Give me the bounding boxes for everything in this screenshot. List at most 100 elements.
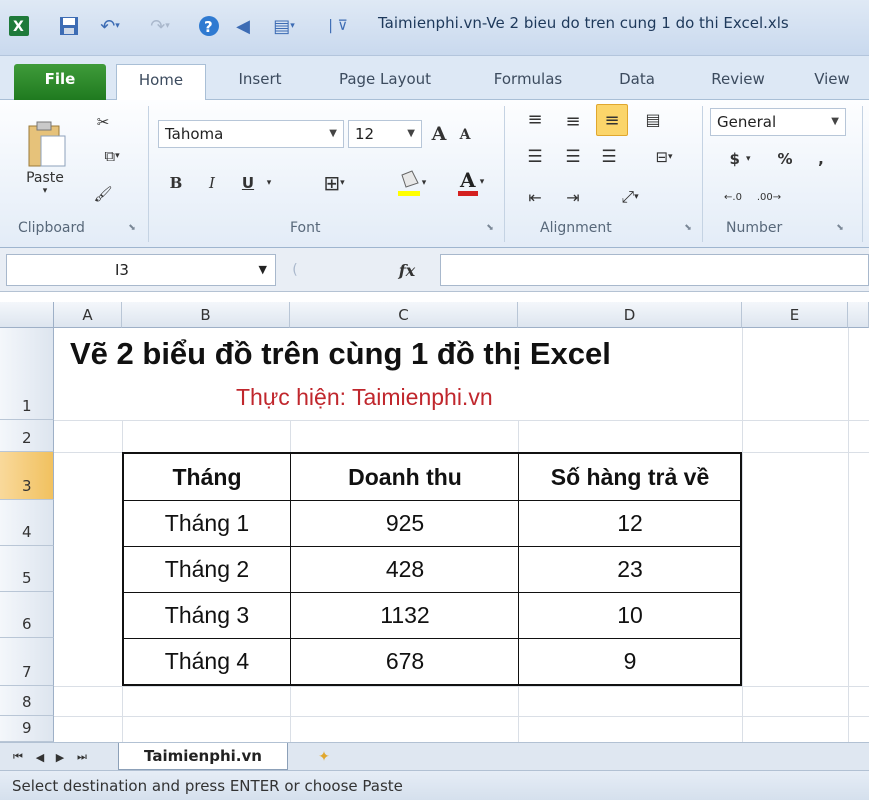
row-header-7[interactable]: 7 <box>0 638 54 686</box>
divider <box>862 106 863 242</box>
wrap-text-icon[interactable]: ▤ <box>640 106 666 132</box>
currency-button[interactable]: $ ▾ <box>718 146 762 172</box>
select-all-corner[interactable] <box>0 302 54 328</box>
prev-sheet-icon[interactable]: ◀ <box>32 747 48 767</box>
save-icon[interactable] <box>56 14 82 38</box>
tab-home[interactable]: Home <box>116 64 206 101</box>
column-header-d[interactable]: D <box>518 302 742 328</box>
table-cell[interactable]: 12 <box>520 510 740 537</box>
name-box[interactable]: I3 ▼ <box>6 254 276 286</box>
formula-input[interactable] <box>440 254 869 286</box>
table-header-cell[interactable]: Số hàng trả về <box>520 464 740 491</box>
table-cell[interactable]: 428 <box>292 556 518 583</box>
grow-font-icon[interactable]: A <box>428 122 450 146</box>
insert-function-icon[interactable]: fx <box>392 258 422 282</box>
comma-button[interactable]: , <box>808 146 834 172</box>
sheet-title[interactable]: Vẽ 2 biểu đồ trên cùng 1 đồ thị Excel <box>70 336 611 372</box>
table-cell[interactable]: 925 <box>292 510 518 537</box>
table-cell[interactable]: Tháng 4 <box>124 648 290 675</box>
row-header-2[interactable]: 2 <box>0 420 54 452</box>
sheet-tab-active[interactable]: Taimienphi.vn <box>118 743 288 770</box>
form-icon[interactable]: ▤ ▾ <box>264 14 304 38</box>
column-header-b[interactable]: B <box>122 302 290 328</box>
increase-decimal-icon[interactable]: ←.0 <box>718 184 748 210</box>
number-format-combo[interactable]: General ▼ <box>710 108 846 136</box>
excel-logo-icon[interactable]: X <box>6 14 32 38</box>
column-header-f[interactable] <box>848 302 869 328</box>
tab-file[interactable]: File <box>14 64 106 100</box>
align-top-icon[interactable]: ≡ <box>522 106 548 132</box>
customize-toolbar-icon[interactable]: | ⊽ <box>318 14 358 38</box>
table-cell[interactable]: Tháng 2 <box>124 556 290 583</box>
column-header-a[interactable]: A <box>54 302 122 328</box>
table-cell[interactable]: Tháng 1 <box>124 510 290 537</box>
table-cell[interactable]: 10 <box>520 602 740 629</box>
orientation-icon[interactable]: ⤢ ▾ <box>610 184 650 210</box>
row-header-5[interactable]: 5 <box>0 546 54 592</box>
percent-button[interactable]: % <box>772 146 798 172</box>
table-cell[interactable]: Tháng 3 <box>124 602 290 629</box>
tab-data[interactable]: Data <box>602 64 672 100</box>
align-bottom-icon[interactable]: ≡ <box>596 104 628 136</box>
chevron-down-icon[interactable]: ▾ <box>262 172 276 194</box>
decrease-indent-icon[interactable]: ⇤ <box>522 184 548 210</box>
font-name-combo[interactable]: Tahoma ▼ <box>158 120 344 148</box>
undo-icon[interactable]: ↶ ▾ <box>90 14 130 38</box>
tab-page-layout[interactable]: Page Layout <box>320 64 450 100</box>
worksheet-grid[interactable]: A B C D E 1 2 3 4 5 6 7 8 9 Vẽ 2 biểu đồ… <box>0 292 869 742</box>
table-header-cell[interactable]: Doanh thu <box>292 464 518 491</box>
bold-button[interactable]: B <box>164 170 188 196</box>
font-color-icon[interactable]: A ▾ <box>448 166 492 198</box>
table-cell[interactable]: 9 <box>520 648 740 675</box>
borders-icon[interactable]: ⊞ ▾ <box>314 170 354 196</box>
column-header-e[interactable]: E <box>742 302 848 328</box>
row-header-3[interactable]: 3 <box>0 452 54 500</box>
decrease-decimal-icon[interactable]: .00→ <box>754 184 784 210</box>
align-middle-icon[interactable]: ≡ <box>560 108 586 134</box>
cut-icon[interactable]: ✂ <box>90 110 116 134</box>
number-launcher-icon[interactable]: ⬊ <box>832 220 848 236</box>
tab-review[interactable]: Review <box>698 64 778 100</box>
insert-sheet-icon[interactable]: ✦ <box>304 745 344 769</box>
tab-view[interactable]: View <box>800 64 864 100</box>
format-painter-icon[interactable]: 🖌 <box>90 182 116 206</box>
row-header-8[interactable]: 8 <box>0 686 54 716</box>
column-header-c[interactable]: C <box>290 302 518 328</box>
underline-button[interactable]: U <box>236 170 260 196</box>
speaker-icon[interactable]: ◀ <box>230 14 256 38</box>
row-header-4[interactable]: 4 <box>0 500 54 546</box>
chevron-down-icon[interactable]: ▼ <box>259 255 267 285</box>
font-size-combo[interactable]: 12 ▼ <box>348 120 422 148</box>
table-header-cell[interactable]: Tháng <box>124 464 290 491</box>
increase-indent-icon[interactable]: ⇥ <box>560 184 586 210</box>
tab-insert[interactable]: Insert <box>220 64 300 100</box>
align-left-icon[interactable]: ☰ <box>522 144 548 170</box>
copy-icon[interactable]: ⧉ ▾ <box>90 144 134 168</box>
clipboard-launcher-icon[interactable]: ⬊ <box>124 220 140 236</box>
fill-color-icon[interactable]: ▾ <box>390 168 432 198</box>
table-cell[interactable]: 678 <box>292 648 518 675</box>
last-sheet-icon[interactable]: ⏭ <box>72 747 92 767</box>
row-header-1[interactable]: 1 <box>0 328 54 420</box>
table-cell[interactable]: 1132 <box>292 602 518 629</box>
first-sheet-icon[interactable]: ⏮ <box>8 747 28 767</box>
row-header-6[interactable]: 6 <box>0 592 54 638</box>
font-launcher-icon[interactable]: ⬊ <box>482 220 498 236</box>
italic-button[interactable]: I <box>200 170 224 196</box>
help-icon[interactable]: ? <box>196 14 222 38</box>
merge-center-icon[interactable]: ⊟ ▾ <box>640 144 688 170</box>
alignment-launcher-icon[interactable]: ⬊ <box>680 220 696 236</box>
clipboard-group-label: Clipboard <box>18 220 85 236</box>
align-right-icon[interactable]: ☰ <box>596 144 622 170</box>
gridline <box>848 328 849 742</box>
next-sheet-icon[interactable]: ▶ <box>52 747 68 767</box>
row-header-9[interactable]: 9 <box>0 716 54 742</box>
shrink-font-icon[interactable]: A <box>454 124 476 146</box>
redo-icon[interactable]: ↷ ▾ <box>140 14 180 38</box>
sheet-subtitle[interactable]: Thực hiện: Taimienphi.vn <box>236 384 493 411</box>
table-cell[interactable]: 23 <box>520 556 740 583</box>
align-center-icon[interactable]: ☰ <box>560 144 586 170</box>
paste-button[interactable]: Paste ▾ <box>14 108 76 208</box>
cancel-formula-icon[interactable]: ( <box>284 258 306 282</box>
tab-formulas[interactable]: Formulas <box>478 64 578 100</box>
